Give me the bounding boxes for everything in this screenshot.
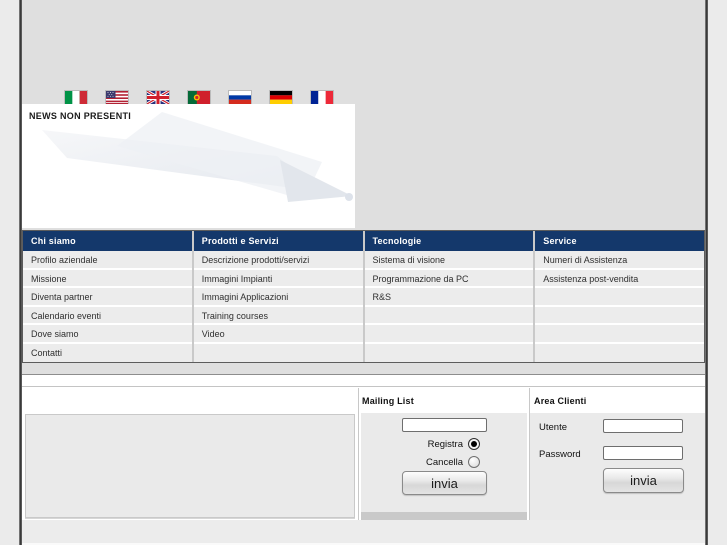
menu-item[interactable]: Assistenza post-vendita — [535, 269, 704, 288]
password-input[interactable] — [603, 446, 683, 460]
page-content: NEWS NON PRESENTI Chi siamo Profilo azie… — [22, 0, 705, 545]
flag-germany-icon[interactable] — [270, 91, 292, 104]
browser-page: NEWS NON PRESENTI Chi siamo Profilo azie… — [0, 0, 727, 545]
pen-watermark — [42, 112, 353, 202]
menu-item[interactable]: Profilo aziendale — [23, 251, 192, 270]
flag-russia-icon[interactable] — [229, 91, 251, 104]
registra-radio[interactable] — [468, 438, 480, 450]
menu-item[interactable]: Calendario eventi — [23, 306, 192, 325]
menu-item[interactable]: Training courses — [193, 306, 363, 325]
menu-item[interactable]: Diventa partner — [23, 288, 192, 307]
area-clienti-submit-button[interactable]: invia — [603, 468, 684, 493]
separator-band — [22, 374, 705, 387]
registra-option[interactable]: Registra — [361, 437, 480, 451]
menu-header: Chi siamo — [23, 231, 192, 251]
flag-usa-icon[interactable] — [106, 91, 128, 104]
menu-item[interactable]: Contatti — [23, 343, 192, 362]
menu-item[interactable]: Immagini Impianti — [193, 269, 363, 288]
menu-item-empty — [364, 325, 534, 344]
menu-column-tecnologie: Tecnologie Sistema di visione Programmaz… — [364, 231, 534, 362]
cancella-label: Cancella — [426, 456, 463, 468]
menu-column-prodotti: Prodotti e Servizi Descrizione prodotti/… — [193, 231, 363, 362]
menu-item[interactable]: Sistema di visione — [364, 251, 534, 270]
menu-header: Prodotti e Servizi — [193, 231, 363, 251]
menu-item[interactable]: Programmazione da PC — [364, 269, 534, 288]
utente-label: Utente — [539, 422, 567, 433]
language-bar — [65, 91, 333, 104]
menu-item[interactable]: Descrizione prodotti/servizi — [193, 251, 363, 270]
menu-header: Service — [535, 231, 704, 251]
menu-item-empty — [364, 306, 534, 325]
area-clienti-title: Area Clienti — [534, 396, 587, 406]
menu-item[interactable]: Video — [193, 325, 363, 344]
menu-item[interactable]: Immagini Applicazioni — [193, 288, 363, 307]
empty-content-panel — [25, 414, 355, 518]
menu-item[interactable]: Dove siamo — [23, 325, 192, 344]
column-divider — [358, 388, 359, 520]
cancella-option[interactable]: Cancella — [361, 455, 480, 469]
mailing-list-submit-button[interactable]: invia — [402, 471, 487, 495]
area-clienti-panel: Utente Password invia — [530, 413, 705, 520]
registra-label: Registra — [427, 438, 463, 450]
menu-item-empty — [535, 288, 704, 307]
menu-item-empty — [535, 325, 704, 344]
mailing-list-email-input[interactable] — [402, 418, 487, 432]
flag-portugal-icon[interactable] — [188, 91, 210, 104]
cancella-radio[interactable] — [468, 456, 480, 468]
flag-uk-icon[interactable] — [147, 91, 169, 104]
menu-item-empty — [193, 343, 363, 362]
menu-item-empty — [535, 306, 704, 325]
password-label: Password — [539, 449, 581, 460]
mailing-list-panel: Registra Cancella invia — [361, 413, 527, 520]
menu-item[interactable]: Missione — [23, 269, 192, 288]
flag-italy-icon[interactable] — [65, 91, 87, 104]
nav-menu-table: Chi siamo Profilo aziendale Missione Div… — [22, 230, 705, 363]
footer-area — [22, 520, 705, 543]
mailing-list-title: Mailing List — [362, 396, 414, 406]
flag-france-icon[interactable] — [311, 91, 333, 104]
news-message: NEWS NON PRESENTI — [29, 111, 132, 121]
menu-column-chi-siamo: Chi siamo Profilo aziendale Missione Div… — [23, 231, 192, 362]
news-box: NEWS NON PRESENTI — [22, 104, 355, 228]
menu-item[interactable]: R&S — [364, 288, 534, 307]
menu-column-service: Service Numeri di Assistenza Assistenza … — [535, 231, 704, 362]
panel-scroll-strip — [361, 512, 527, 520]
menu-header: Tecnologie — [364, 231, 534, 251]
menu-item-empty — [535, 343, 704, 362]
utente-input[interactable] — [603, 419, 683, 433]
menu-item[interactable]: Numeri di Assistenza — [535, 251, 704, 270]
menu-item-empty — [364, 343, 534, 362]
window-border-right — [705, 0, 708, 545]
